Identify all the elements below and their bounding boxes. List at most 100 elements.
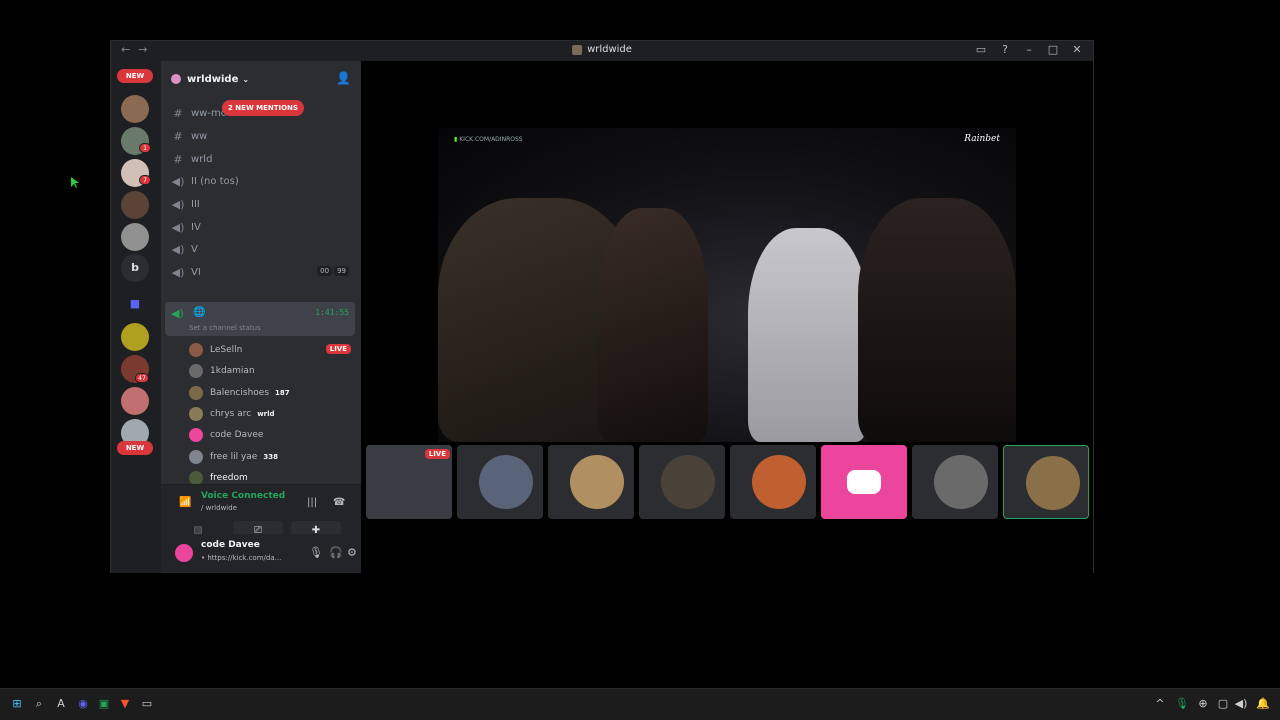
member-tag: 187 (275, 389, 290, 397)
avatar[interactable] (175, 544, 193, 562)
notification-icon[interactable]: 🔔 (1256, 697, 1270, 711)
disconnect-icon[interactable]: ☎ (333, 497, 345, 508)
avatar (189, 450, 203, 464)
voice-member[interactable]: LeSelln LIVE (189, 340, 355, 360)
voice-timer: 1:41:55 (315, 308, 349, 317)
server-icon (171, 74, 181, 84)
display-icon[interactable]: ▢ (1216, 697, 1230, 711)
participant-tile[interactable] (457, 445, 543, 519)
help-icon[interactable]: ? (993, 43, 1017, 56)
guild-avatar[interactable] (121, 95, 149, 123)
arrow-left-icon[interactable]: ← (121, 43, 130, 56)
window-title: wrldwide (572, 44, 632, 55)
channel-item[interactable]: # wrld (169, 149, 353, 169)
wifi-icon[interactable]: ⊕ (1196, 697, 1210, 711)
participant-tile[interactable] (639, 445, 725, 519)
avatar (189, 407, 203, 421)
username[interactable]: code Davee (201, 540, 260, 550)
speaker-icon: ◀) (171, 307, 184, 320)
app-a-icon[interactable]: A (54, 697, 68, 711)
mention-badge: 47 (135, 373, 149, 383)
voice-member[interactable]: code Davee (189, 425, 355, 445)
inbox-icon[interactable]: ▭ (969, 43, 993, 56)
app-gray-icon[interactable]: ▭ (140, 697, 154, 711)
stream-video[interactable]: ▮ KICK.COM/ADINROSS Rainbet (438, 128, 1016, 442)
folder-icon[interactable]: ■ (121, 297, 149, 317)
avatar (189, 428, 203, 442)
signal-icon[interactable]: 📶 (179, 497, 191, 508)
voice-channel-item[interactable]: ◀) V (169, 239, 353, 259)
minimize-icon[interactable]: – (1017, 43, 1041, 56)
voice-user-count: 00 99 (317, 266, 349, 276)
member-tag: wrld (257, 410, 275, 418)
hash-icon: # (173, 152, 183, 166)
voice-member[interactable]: free lil yae 338 (189, 447, 355, 467)
speaker-icon: ◀) (171, 265, 185, 279)
participant-tile[interactable] (548, 445, 634, 519)
voice-channel-item[interactable]: ◀) III (169, 194, 353, 214)
start-icon[interactable]: ⊞ (10, 697, 24, 711)
brave-icon[interactable]: ▼ (118, 697, 132, 711)
video-subject (858, 198, 1016, 442)
voice-channel-link[interactable]: / wrldwide (201, 504, 237, 512)
guild-avatar[interactable] (121, 323, 149, 351)
hash-icon: # (173, 129, 183, 143)
server-icon (572, 44, 583, 55)
participant-avatar (479, 455, 533, 509)
new-unreads-pill-top[interactable]: NEW (117, 69, 153, 83)
window-controls: ▭ ? – □ ✕ (969, 43, 1089, 56)
voice-connected-label[interactable]: Voice Connected (201, 491, 285, 501)
mic-icon[interactable]: 🎙 (1175, 697, 1189, 711)
discord-icon[interactable]: ◉ (76, 697, 90, 711)
member-tag: 338 (263, 453, 278, 461)
mention-badge: 1 (139, 143, 151, 153)
maximize-icon[interactable]: □ (1041, 43, 1065, 56)
avatar (189, 364, 203, 378)
participant-avatar (570, 455, 624, 509)
voice-member[interactable]: chrys arc wrld (189, 404, 355, 424)
participant-tile[interactable] (912, 445, 998, 519)
voice-channel-item[interactable]: ◀) II (no tos) (169, 171, 353, 191)
guild-avatar[interactable] (121, 191, 149, 219)
invite-people-icon[interactable]: 👤 (336, 71, 351, 85)
user-status: • https://kick.com/da... (201, 554, 282, 562)
chevron-up-icon[interactable]: ^ (1153, 697, 1167, 711)
participant-avatar (1026, 456, 1080, 510)
app-green-icon[interactable]: ▣ (97, 697, 111, 711)
new-mentions-pill[interactable]: 2 NEW MENTIONS (222, 100, 304, 116)
new-unreads-pill-bottom[interactable]: NEW (117, 441, 153, 455)
desktop: ← → wrldwide ▭ ? – □ ✕ NEW 1 7 b ■ 47 NE… (0, 0, 1280, 688)
headphones-icon[interactable]: 🎧 (329, 546, 343, 559)
participant-avatar (752, 455, 806, 509)
participant-tile[interactable] (821, 445, 907, 519)
search-icon[interactable]: ⌕ (32, 697, 46, 711)
channel-item[interactable]: # ww (169, 126, 353, 146)
speaker-icon: ◀) (171, 220, 185, 234)
channel-status-placeholder[interactable]: Set a channel status (189, 324, 261, 332)
server-header[interactable]: wrldwide ⌄ 👤 (161, 61, 361, 97)
volume-icon[interactable]: ◀) (1234, 697, 1248, 711)
member-name: code Davee (210, 430, 264, 440)
microphone-icon[interactable]: 🎙 (309, 546, 323, 559)
speaker-icon: ◀) (171, 197, 185, 211)
guild-letter-b[interactable]: b (121, 254, 149, 282)
active-voice-channel[interactable]: ◀) 🌐 1:41:55 Set a channel status (165, 302, 355, 336)
participant-tile[interactable] (1003, 445, 1089, 519)
participant-tile[interactable] (730, 445, 816, 519)
live-badge: LIVE (424, 449, 450, 459)
guild-avatar[interactable] (121, 387, 149, 415)
close-icon[interactable]: ✕ (1065, 43, 1089, 56)
gear-icon[interactable]: ⚙ (347, 546, 357, 559)
avatar (189, 471, 203, 485)
guild-avatar[interactable] (121, 223, 149, 251)
noise-suppression-icon[interactable]: ||| (307, 497, 317, 508)
discord-window: ← → wrldwide ▭ ? – □ ✕ NEW 1 7 b ■ 47 NE… (110, 40, 1094, 573)
arrow-right-icon[interactable]: → (138, 43, 147, 56)
participant-avatar (661, 455, 715, 509)
voice-member[interactable]: 1kdamian (189, 361, 355, 381)
voice-channel-item[interactable]: ◀) IV (169, 217, 353, 237)
globe-icon: 🌐 (193, 307, 206, 318)
voice-member[interactable]: Balencishoes 187 (189, 383, 355, 403)
voice-channel-item[interactable]: ◀) VI 00 99 (169, 262, 353, 282)
participant-tile[interactable]: LIVE (366, 445, 452, 519)
